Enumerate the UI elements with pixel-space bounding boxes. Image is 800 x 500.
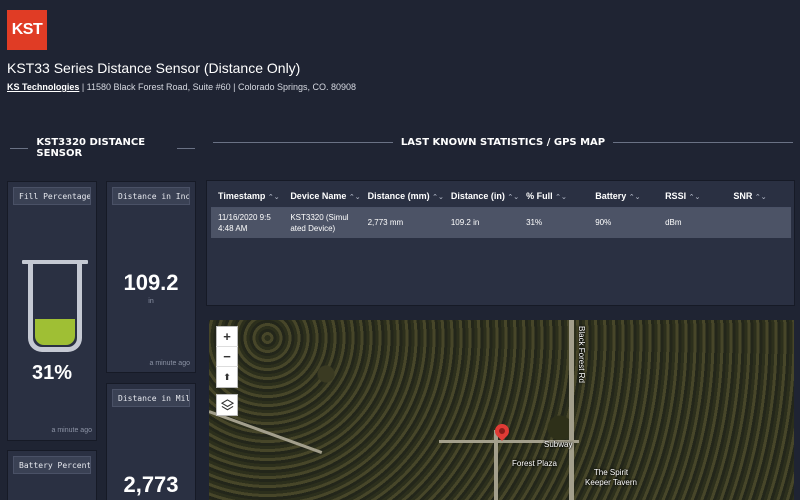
fill-updated-time: a minute ago (51, 427, 92, 434)
divider (613, 142, 794, 143)
statistics-panel: Timestamp ⌃⌄ Device Name ⌃⌄ Distance (mm) … (206, 180, 795, 306)
widget-title: Distance in Inches (112, 187, 190, 205)
map-label-road: Black Forest Rd (577, 326, 586, 383)
table-cell: 11/16/2020 9:5 4:48 AM (211, 207, 284, 238)
table-cell: 31% (519, 207, 589, 238)
company-link[interactable]: KS Technologies (7, 82, 79, 92)
layers-control (216, 394, 238, 416)
column-header[interactable]: Timestamp ⌃⌄ (211, 185, 284, 208)
column-header-label: % Full (526, 190, 556, 201)
column-header-label: Device Name (290, 190, 349, 201)
column-header-label: SNR (733, 190, 755, 201)
tank-fill-level (35, 319, 75, 345)
gps-map[interactable]: Black Forest Rd Subway Forest Plaza The … (209, 320, 794, 500)
right-section-title: LAST KNOWN STATISTICS / GPS MAP (400, 137, 606, 148)
column-header-label: Distance (mm) (367, 190, 433, 201)
road-diagonal (209, 410, 323, 454)
column-header[interactable]: Distance (mm) ⌃⌄ (360, 185, 444, 208)
company-address: KS Technologies | 11580 Black Forest Roa… (7, 82, 356, 92)
divider (176, 147, 195, 149)
column-header-label: Battery (595, 190, 629, 201)
column-header[interactable]: % Full ⌃⌄ (519, 185, 589, 208)
right-section-header: LAST KNOWN STATISTICS / GPS MAP (213, 137, 794, 148)
left-section-header: KST3320 DISTANCE SENSOR (10, 137, 195, 159)
table-cell: KST3320 (Simul ated Device) (283, 207, 361, 238)
zoom-in-button[interactable]: + (216, 327, 238, 347)
distance-mm-widget: Distance in Millimeters 2,773 (106, 383, 196, 500)
table-cell: dBm (658, 207, 727, 238)
column-header-label: Timestamp (218, 190, 268, 201)
tank-gauge (22, 260, 88, 356)
table-body: 11/16/2020 9:5 4:48 AM KST3320 (Simul ate… (211, 207, 791, 238)
table-header-row: Timestamp ⌃⌄ Device Name ⌃⌄ Distance (mm) … (211, 185, 791, 208)
sort-icon: ⌃⌄ (507, 193, 520, 201)
distance-mm-value: 2,773 (123, 472, 179, 497)
table-cell: 90% (588, 207, 659, 238)
compass-button[interactable]: ⬆ (216, 367, 238, 387)
page-title: KST33 Series Distance Sensor (Distance O… (7, 60, 301, 76)
widget-title: Battery Percentage (13, 456, 91, 474)
distance-inches-value: 109.2 (123, 270, 179, 295)
column-header[interactable]: Device Name ⌃⌄ (283, 185, 361, 208)
tank-body (28, 264, 82, 352)
divider (10, 147, 29, 149)
distance-inches-unit: in (148, 298, 154, 305)
map-label-tavern: The Spirit Keeper Tavern (585, 468, 637, 487)
sort-icon: ⌃⌄ (628, 193, 641, 201)
table-cell (726, 207, 791, 238)
zoom-out-button[interactable]: − (216, 347, 238, 367)
table-row[interactable]: 11/16/2020 9:5 4:48 AM KST3320 (Simul ate… (211, 207, 791, 238)
left-section-title: KST3320 DISTANCE SENSOR (36, 137, 146, 159)
sort-icon: ⌃⌄ (267, 193, 280, 201)
map-label-plaza: Forest Plaza (512, 459, 557, 468)
sort-icon: ⌃⌄ (555, 193, 567, 201)
column-header[interactable]: Battery ⌃⌄ (588, 185, 659, 208)
road-short (494, 430, 498, 500)
battery-percentage-widget: Battery Percentage (7, 450, 97, 500)
column-header-label: Distance (in) (450, 190, 508, 201)
widget-title: Fill Percentage (13, 187, 91, 205)
sort-icon: ⌃⌄ (432, 193, 444, 201)
statistics-table-wrap: Timestamp ⌃⌄ Device Name ⌃⌄ Distance (mm) … (211, 185, 791, 238)
table-cell: 2,773 mm (360, 207, 444, 238)
map-label-subway: Subway (544, 440, 573, 449)
layers-button[interactable] (216, 395, 238, 415)
distance-inches-widget: Distance in Inches 109.2 in a minute ago (106, 181, 196, 373)
inches-updated-time: a minute ago (149, 360, 190, 367)
column-header[interactable]: Distance (in) ⌃⌄ (443, 185, 520, 208)
widget-title: Distance in Millimeters (112, 389, 190, 407)
divider (213, 142, 393, 143)
statistics-table: Timestamp ⌃⌄ Device Name ⌃⌄ Distance (mm) … (211, 185, 791, 238)
address-text: | 11580 Black Forest Road, Suite #60 | C… (79, 82, 357, 92)
column-header[interactable]: RSSI ⌃⌄ (658, 185, 727, 208)
layers-icon (220, 398, 234, 410)
column-header-label: RSSI (665, 190, 689, 201)
fill-percentage-value: 31% (31, 362, 73, 384)
sort-icon: ⌃⌄ (754, 193, 767, 201)
kst-logo: KST (7, 10, 47, 50)
sort-icon: ⌃⌄ (348, 193, 361, 201)
zoom-controls: + − ⬆ (216, 326, 238, 388)
column-header[interactable]: SNR ⌃⌄ (726, 185, 791, 208)
road-vertical (569, 320, 574, 500)
table-cell: 109.2 in (443, 207, 520, 238)
sort-icon: ⌃⌄ (688, 193, 701, 201)
